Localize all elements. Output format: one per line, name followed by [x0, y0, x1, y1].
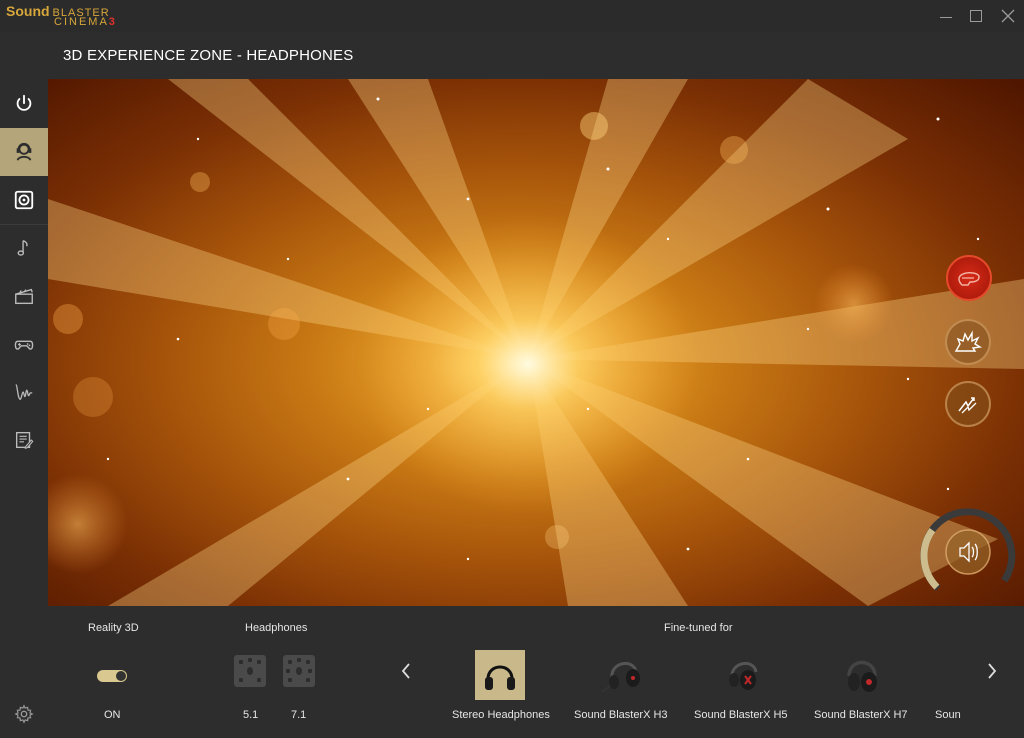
- music-note-icon: [17, 240, 28, 256]
- headphone-option-h3[interactable]: [598, 650, 648, 700]
- surround-7-1-button[interactable]: [283, 655, 315, 687]
- toggle-knob: [116, 671, 126, 681]
- sidebar-item-music[interactable]: [0, 224, 48, 272]
- headphone-label-h5: Sound BlasterX H5: [694, 709, 788, 721]
- close-button[interactable]: [998, 6, 1018, 26]
- gamepad-icon: [14, 340, 34, 350]
- waveform-icon: [15, 384, 33, 400]
- logo-number: 3: [108, 16, 115, 28]
- minimize-icon: [940, 17, 952, 18]
- gear-icon: [14, 704, 34, 724]
- sidebar-item-movies[interactable]: [0, 272, 48, 320]
- headphone-label-h3: Sound BlasterX H3: [574, 709, 668, 721]
- sidebar: [0, 32, 48, 736]
- bottom-panel: Reality 3D ON Headphones 5.1 7.1 Fine-tu…: [48, 606, 1024, 736]
- page-title: 3D EXPERIENCE ZONE - HEADPHONES: [63, 47, 354, 64]
- sidebar-item-equalizer[interactable]: [0, 368, 48, 416]
- volume-knob[interactable]: [945, 529, 991, 575]
- gaming-headset-icon: [847, 660, 877, 692]
- maximize-icon: [970, 10, 982, 22]
- carousel-prev-button[interactable]: [396, 659, 416, 683]
- stereo-headphones-icon: [485, 665, 515, 690]
- surround-5-1-button[interactable]: [234, 655, 266, 687]
- lightning-effect-button[interactable]: [945, 381, 991, 427]
- reality3d-state: ON: [104, 709, 121, 721]
- surround-7-1-label: 7.1: [291, 709, 307, 721]
- light-burst-visual: [48, 79, 1024, 606]
- explosion-icon: [954, 330, 983, 352]
- lightning-icon: [958, 397, 977, 414]
- power-icon: [16, 94, 32, 111]
- gaming-headset-icon: [601, 662, 640, 693]
- volume-dial[interactable]: [920, 508, 1016, 604]
- surround-5-1-label: 5.1: [243, 709, 259, 721]
- headphone-label-stereo: Stereo Headphones: [452, 709, 550, 721]
- headphone-option-h7[interactable]: [837, 650, 887, 700]
- reality3d-toggle[interactable]: [97, 670, 127, 682]
- explosion-effect-button[interactable]: [945, 319, 991, 365]
- reality3d-title: Reality 3D: [88, 622, 139, 634]
- settings-button[interactable]: [0, 690, 48, 738]
- finetuned-title: Fine-tuned for: [664, 622, 733, 634]
- sidebar-item-games[interactable]: [0, 320, 48, 368]
- sidebar-item-power[interactable]: [0, 80, 48, 128]
- sidebar-item-profiles[interactable]: [0, 416, 48, 464]
- chevron-right-icon: [988, 663, 997, 679]
- clapperboard-icon: [15, 288, 33, 305]
- headphones-title: Headphones: [245, 622, 308, 634]
- headphone-option-h5[interactable]: [718, 650, 768, 700]
- carousel-next-button[interactable]: [982, 659, 1002, 683]
- minimize-button[interactable]: [936, 6, 956, 26]
- sidebar-item-speaker[interactable]: [0, 176, 48, 224]
- page-header: 3D EXPERIENCE ZONE - HEADPHONES: [48, 32, 1024, 79]
- edit-notes-icon: [15, 431, 34, 450]
- logo-cinema: CINEMA: [54, 16, 109, 28]
- title-bar: Sound BLASTER CINEMA3: [0, 0, 1024, 32]
- helmet-effect-button[interactable]: [946, 255, 992, 301]
- sidebar-item-headphones[interactable]: [0, 128, 48, 176]
- headphone-label-partial[interactable]: Soun: [935, 709, 963, 721]
- close-icon: [1001, 9, 1015, 23]
- visualization-area: [48, 79, 1024, 606]
- logo-sound: Sound: [6, 3, 50, 19]
- speaker-icon: [14, 190, 34, 210]
- headphone-user-icon: [16, 142, 32, 161]
- gaming-headset-icon: [729, 662, 758, 690]
- headphone-label-h7: Sound BlasterX H7: [814, 709, 908, 721]
- headphone-option-stereo[interactable]: [475, 650, 525, 700]
- chevron-left-icon: [401, 663, 410, 679]
- maximize-button[interactable]: [966, 6, 986, 26]
- helmet-icon: [958, 272, 980, 286]
